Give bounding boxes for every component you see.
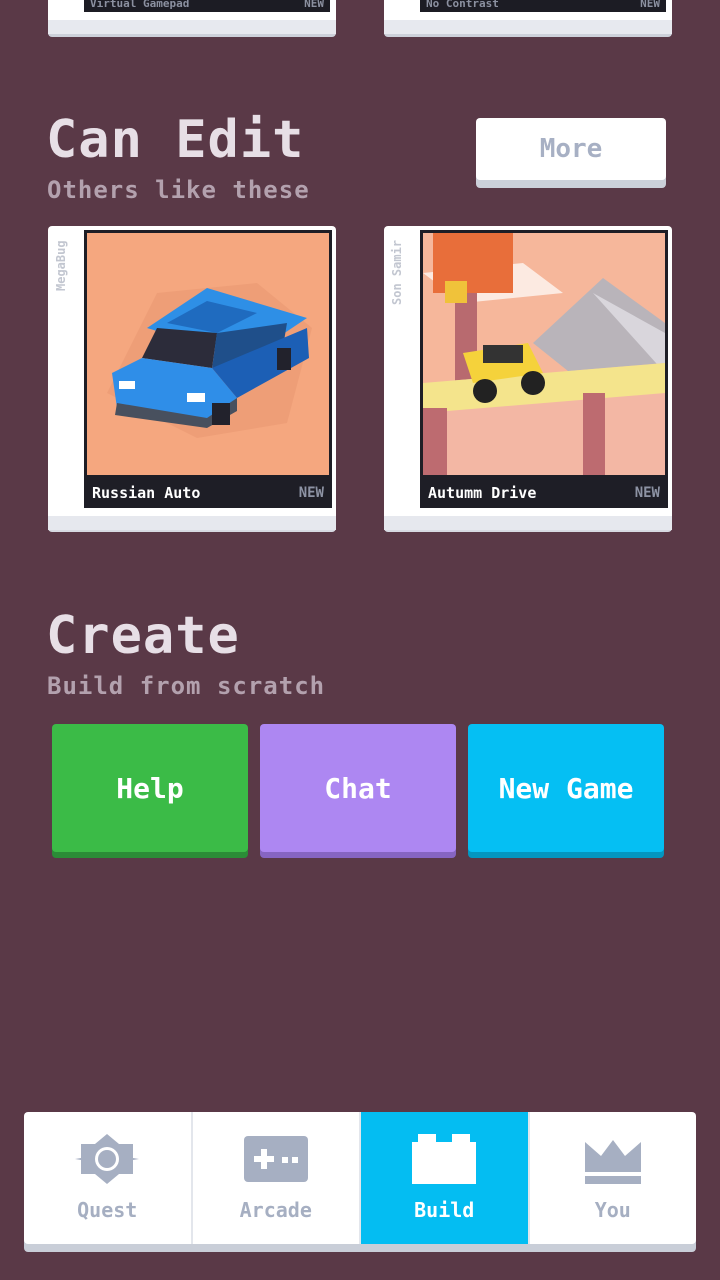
gamepad-icon (243, 1136, 308, 1182)
brick-icon (412, 1134, 477, 1184)
blue-car-image (87, 233, 329, 475)
sun-gear-icon (75, 1134, 140, 1184)
card-footer-band (48, 516, 336, 530)
create-subtitle: Build from scratch (47, 672, 326, 700)
top-card-badge: NEW (304, 0, 324, 10)
more-button[interactable]: More (476, 118, 666, 180)
game-card-autumm-drive[interactable]: Son Samir Autumm Drive NEW (384, 226, 672, 530)
top-card-badge: NEW (640, 0, 660, 10)
tab-quest[interactable]: Quest (24, 1112, 191, 1244)
game-thumbnail[interactable] (420, 230, 668, 478)
top-card-caption: Virtual Gamepad NEW (84, 0, 330, 12)
card-author[interactable]: MegaBug (54, 240, 78, 340)
top-game-card-2[interactable]: No Contrast NEW (384, 0, 672, 34)
game-card-russian-auto[interactable]: MegaBug Russian Auto NEW (48, 226, 336, 530)
card-footer-band (48, 20, 336, 34)
top-game-card-1[interactable]: Virtual Gamepad NEW (48, 0, 336, 34)
tab-label: Quest (77, 1198, 138, 1222)
can-edit-title: Can Edit (46, 110, 305, 170)
tab-arcade[interactable]: Arcade (190, 1112, 360, 1244)
chat-button[interactable]: Chat (260, 724, 456, 852)
tab-label: You (594, 1198, 631, 1222)
new-badge: NEW (298, 485, 324, 501)
top-card-caption: No Contrast NEW (420, 0, 666, 12)
card-title: Russian Auto (92, 484, 201, 502)
card-footer-band (384, 516, 672, 530)
help-button[interactable]: Help (52, 724, 248, 852)
tab-build[interactable]: Build (359, 1112, 528, 1244)
tab-you[interactable]: You (527, 1112, 697, 1244)
create-title: Create (46, 606, 240, 666)
new-game-button[interactable]: New Game (468, 724, 664, 852)
autumn-drive-image (423, 233, 665, 475)
card-caption: Russian Auto NEW (84, 478, 332, 508)
new-badge: NEW (634, 485, 660, 501)
can-edit-subtitle: Others like these (47, 176, 310, 204)
top-card-title: No Contrast (426, 0, 499, 10)
crown-icon (584, 1140, 641, 1184)
tab-label: Arcade (239, 1198, 312, 1222)
top-card-title: Virtual Gamepad (90, 0, 190, 10)
card-footer-band (384, 20, 672, 34)
tab-label: Build (414, 1198, 475, 1222)
game-thumbnail[interactable] (84, 230, 332, 478)
card-title: Autumm Drive (428, 484, 537, 502)
card-author[interactable]: Son Samir (390, 240, 414, 340)
bottom-tab-bar: Quest Arcade Build You (24, 1112, 696, 1244)
card-caption: Autumm Drive NEW (420, 478, 668, 508)
